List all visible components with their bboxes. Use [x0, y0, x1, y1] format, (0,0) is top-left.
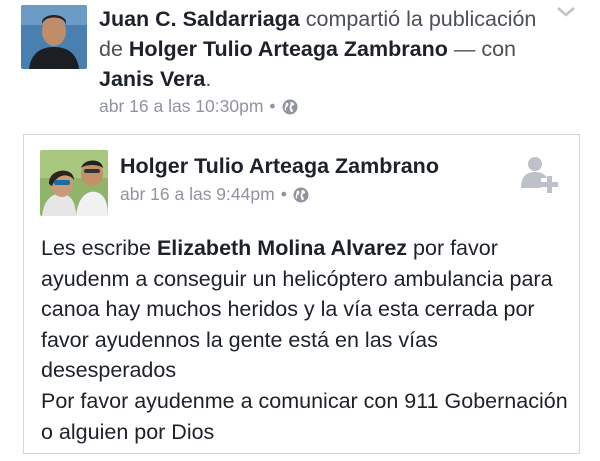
- share-timestamp[interactable]: abr 16 a las 10:30pm: [99, 96, 263, 117]
- sharer-name[interactable]: Juan C. Saldarriaga: [99, 7, 300, 31]
- original-author-link[interactable]: Holger Tulio Arteaga Zambrano: [129, 37, 448, 61]
- post-author-avatar[interactable]: [40, 150, 108, 216]
- post-author-name[interactable]: Holger Tulio Arteaga Zambrano: [120, 154, 439, 179]
- meta-separator: •: [269, 96, 276, 116]
- post-meta: abr 16 a las 9:44pm •: [120, 184, 309, 205]
- period: .: [205, 67, 212, 91]
- add-friend-icon[interactable]: [519, 154, 559, 194]
- mentioned-name[interactable]: Elizabeth Molina Alvarez: [157, 236, 407, 260]
- globe-icon: [293, 187, 309, 203]
- share-header: Juan C. Saldarriaga compartió la publica…: [99, 4, 559, 94]
- share-meta: abr 16 a las 10:30pm •: [99, 96, 298, 117]
- sharer-avatar[interactable]: [21, 5, 87, 69]
- post-paragraph: Les escribe Elizabeth Molina Alvarez por…: [41, 233, 571, 386]
- chevron-down-icon[interactable]: [554, 4, 578, 20]
- post-body-line2: Por favor ayudenme a comunicar con 911 G…: [41, 388, 568, 444]
- tagged-name[interactable]: Janis Vera: [99, 67, 205, 91]
- post-body: Les escribe Elizabeth Molina Alvarez por…: [41, 233, 571, 447]
- with-text: — con: [453, 37, 516, 61]
- globe-icon: [282, 99, 298, 115]
- post-timestamp[interactable]: abr 16 a las 9:44pm: [120, 184, 275, 205]
- meta-separator: •: [280, 184, 287, 204]
- post-body-prefix: Les escribe: [41, 236, 151, 260]
